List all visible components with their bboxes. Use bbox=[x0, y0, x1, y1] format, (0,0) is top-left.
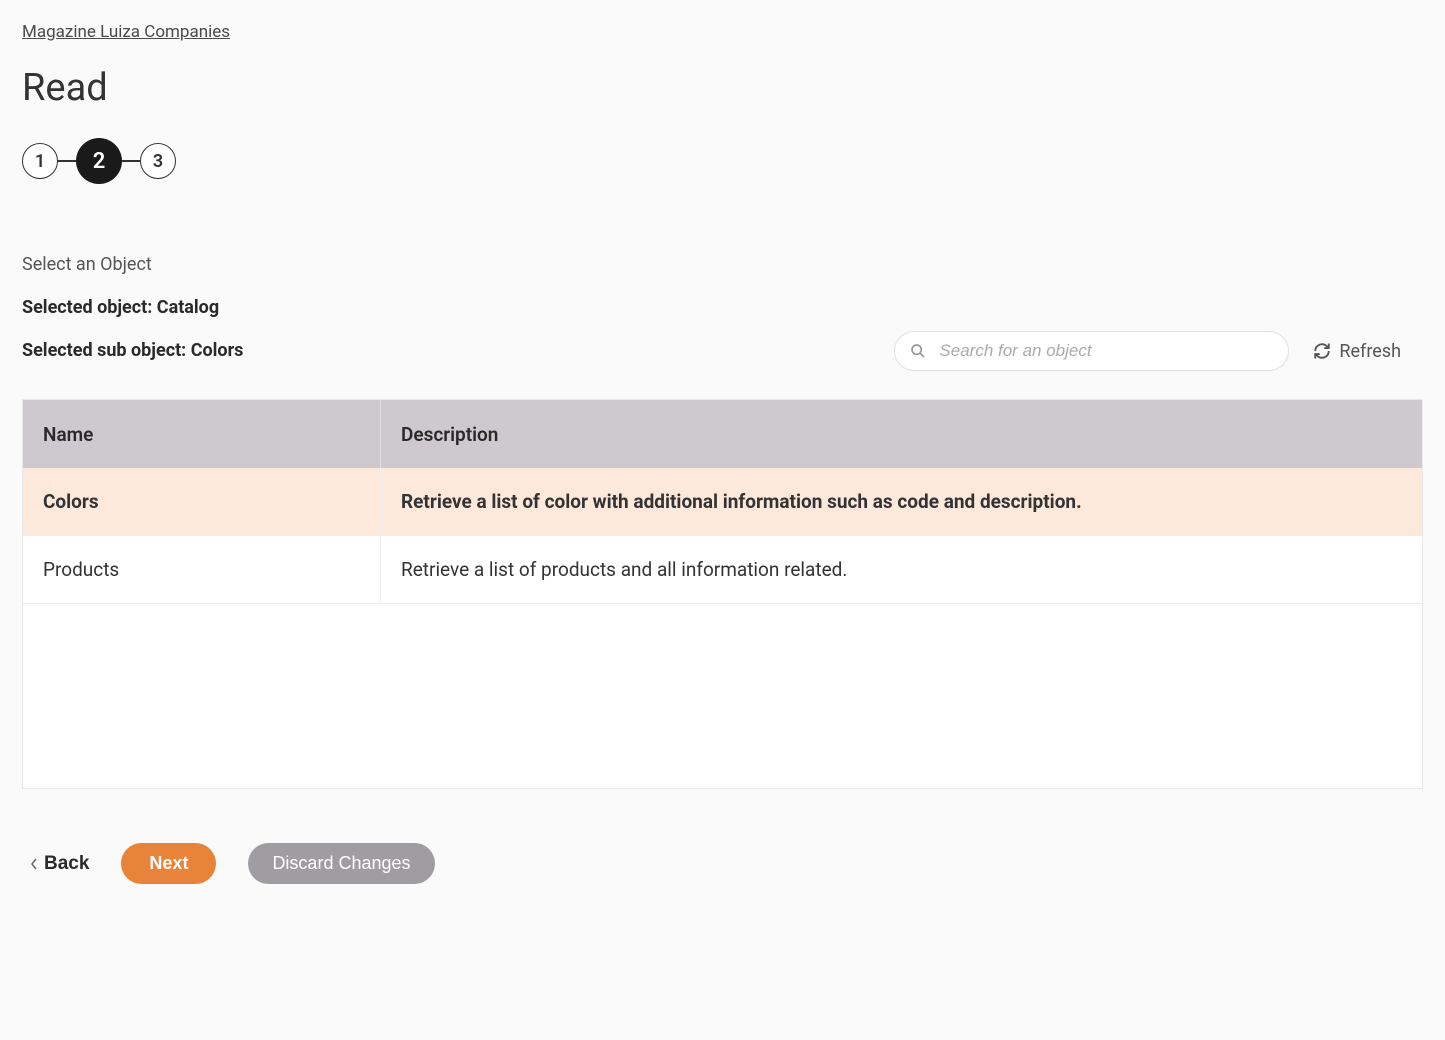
table-header: Name Description bbox=[23, 400, 1422, 468]
search-icon bbox=[910, 343, 926, 359]
step-connector bbox=[122, 160, 140, 162]
search-input[interactable] bbox=[894, 331, 1289, 371]
step-connector bbox=[58, 160, 76, 162]
refresh-label: Refresh bbox=[1339, 341, 1401, 362]
breadcrumb-link[interactable]: Magazine Luiza Companies bbox=[22, 22, 230, 42]
refresh-button[interactable]: Refresh bbox=[1313, 341, 1401, 362]
footer-actions: Back Next Discard Changes bbox=[22, 843, 1423, 884]
step-3[interactable]: 3 bbox=[140, 143, 176, 179]
step-2[interactable]: 2 bbox=[76, 138, 122, 184]
column-header-name[interactable]: Name bbox=[23, 400, 381, 468]
section-label: Select an Object bbox=[22, 254, 1423, 275]
stepper: 1 2 3 bbox=[22, 138, 1423, 184]
table-row[interactable]: Products Retrieve a list of products and… bbox=[23, 536, 1422, 604]
next-button[interactable]: Next bbox=[121, 843, 216, 884]
page-title: Read bbox=[22, 66, 1423, 110]
table-row[interactable]: Colors Retrieve a list of color with add… bbox=[23, 468, 1422, 536]
cell-description: Retrieve a list of products and all info… bbox=[381, 536, 1422, 603]
step-1[interactable]: 1 bbox=[22, 143, 58, 179]
column-header-description[interactable]: Description bbox=[381, 400, 1422, 468]
chevron-left-icon bbox=[30, 858, 38, 870]
back-button[interactable]: Back bbox=[30, 853, 89, 875]
object-table: Name Description Colors Retrieve a list … bbox=[22, 399, 1423, 789]
cell-name: Products bbox=[23, 536, 381, 603]
selected-object-label: Selected object: Catalog bbox=[22, 297, 1423, 318]
cell-description: Retrieve a list of color with additional… bbox=[381, 468, 1422, 535]
back-label: Back bbox=[44, 853, 89, 875]
search-wrapper bbox=[894, 331, 1289, 371]
discard-changes-button[interactable]: Discard Changes bbox=[248, 843, 434, 884]
refresh-icon bbox=[1313, 342, 1331, 360]
cell-name: Colors bbox=[23, 468, 381, 535]
